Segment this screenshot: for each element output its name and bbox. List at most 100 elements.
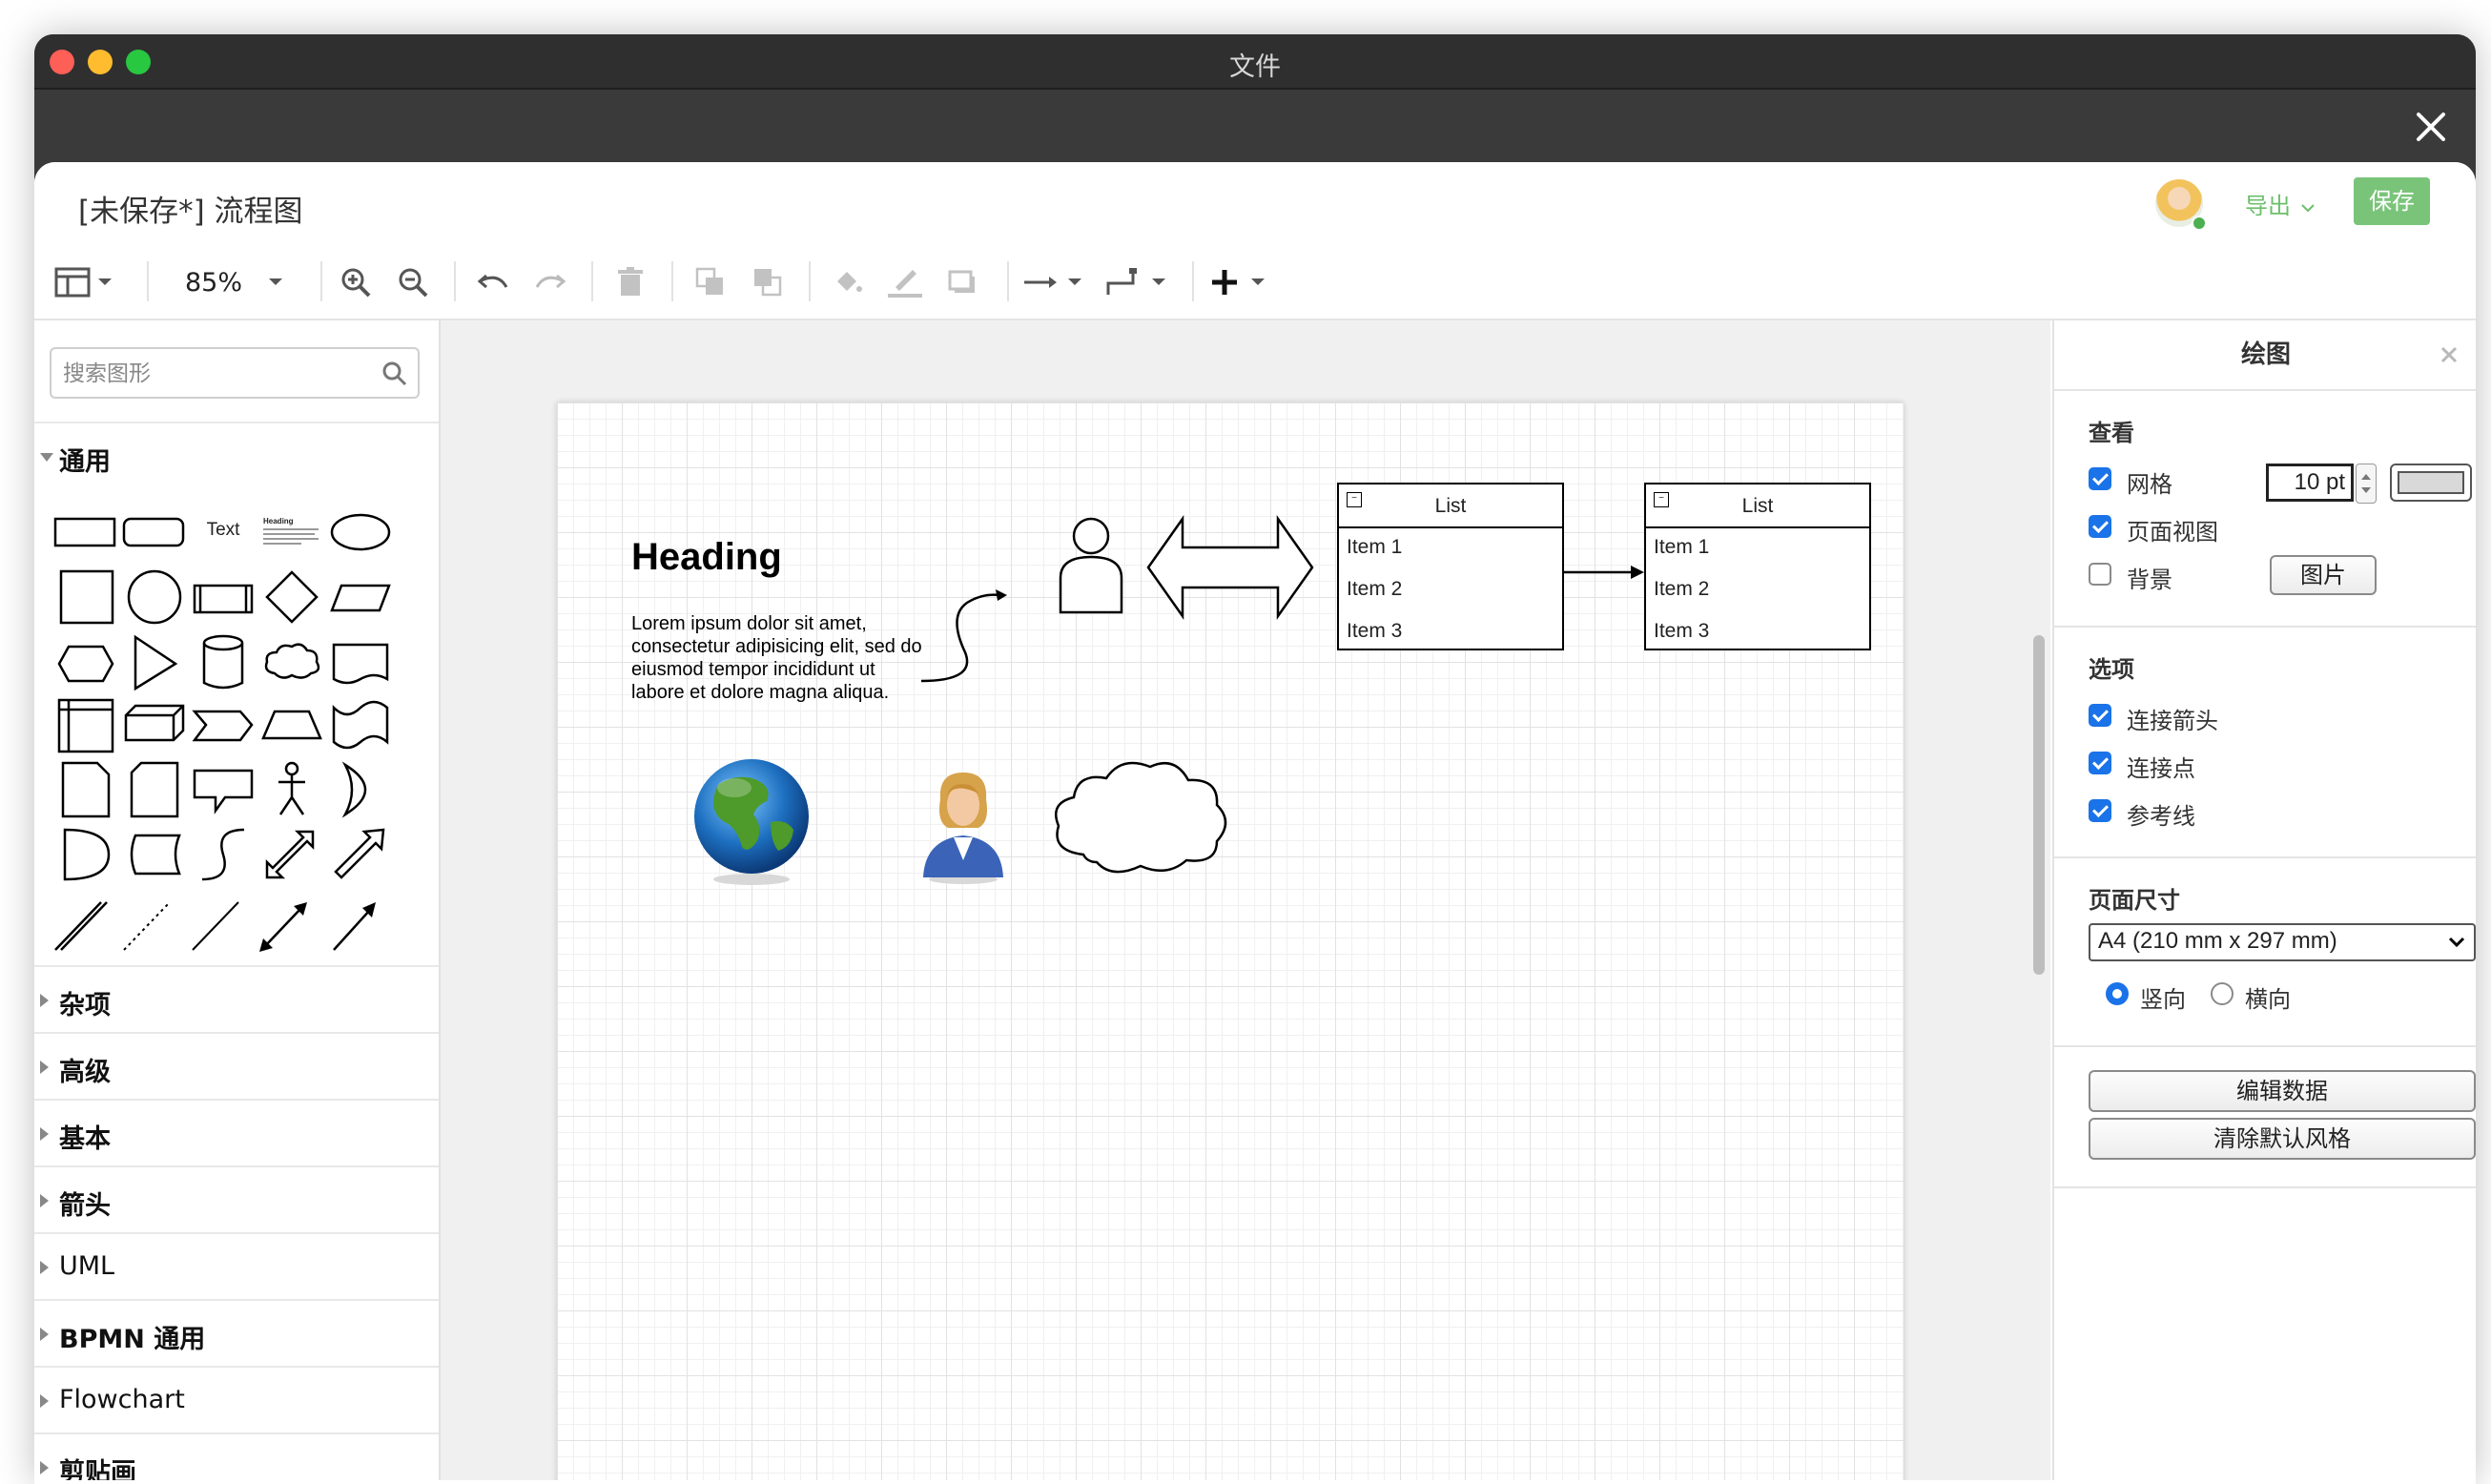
section-flowchart[interactable]: Flowchart [34,1366,439,1432]
connection-arrows-checkbox[interactable] [2089,704,2111,727]
list-item[interactable]: Item 2 [1654,578,1709,601]
section-misc[interactable]: 杂项 [34,965,439,1032]
page-size-select[interactable]: A4 (210 mm x 297 mm) [2089,923,2476,961]
list-item[interactable]: Item 3 [1347,620,1402,643]
card-shape[interactable] [120,757,189,822]
format-panel-toggle[interactable] [53,259,114,305]
list-item[interactable]: Item 1 [1347,536,1402,559]
delete-button[interactable] [607,259,654,305]
line-shape[interactable] [192,901,239,951]
section-bpmn[interactable]: BPMN 通用 [34,1299,439,1366]
data-storage-shape[interactable] [120,822,189,887]
section-arrows[interactable]: 箭头 [34,1165,439,1232]
diamond-shape[interactable] [257,565,326,629]
callout-shape[interactable] [189,757,257,822]
canvas-vertical-scrollbar[interactable] [2033,635,2045,975]
section-basic[interactable]: 基本 [34,1099,439,1165]
edit-data-button[interactable]: 编辑数据 [2089,1070,2476,1112]
businesswoman-icon[interactable] [916,767,1011,885]
close-editor-button[interactable] [2405,101,2457,153]
rounded-rectangle-shape[interactable] [120,498,189,563]
dashed-line-shape[interactable] [123,901,171,951]
lorem-text-element[interactable]: Lorem ipsum dolor sit amet, consectetur … [631,612,927,704]
cloud-element[interactable] [1045,750,1236,883]
landscape-radio[interactable] [2211,982,2234,1005]
collapse-icon[interactable]: − [1654,492,1669,507]
double-arrow-line-shape[interactable] [259,902,307,952]
connection-style-dropdown[interactable] [1017,259,1093,305]
cloud-shape[interactable] [257,629,326,694]
document-shape[interactable] [326,629,395,694]
square-shape[interactable] [51,565,120,629]
section-advanced[interactable]: 高级 [34,1032,439,1099]
export-button[interactable]: 导出 [2245,187,2316,220]
list-element[interactable]: − List Item 1 Item 2 Item 3 [1337,483,1564,650]
text-shape[interactable]: Text [189,498,257,563]
insert-dropdown[interactable] [1204,259,1280,305]
rectangle-shape[interactable] [51,498,120,563]
hexagon-shape[interactable] [51,629,120,694]
ellipse-shape[interactable] [326,498,395,563]
actor-shape[interactable] [257,757,326,822]
section-general[interactable]: 通用 [34,422,439,488]
note-shape[interactable] [51,757,120,822]
tape-shape[interactable] [326,692,395,757]
list-item[interactable]: Item 3 [1654,620,1709,643]
section-clipart[interactable]: 剪贴画 [34,1432,439,1480]
waypoints-dropdown[interactable] [1101,259,1177,305]
list-item[interactable]: Item 2 [1347,578,1402,601]
double-line-shape[interactable] [54,901,108,951]
background-image-button[interactable]: 图片 [2270,555,2377,595]
zoom-in-button[interactable] [332,259,380,305]
to-back-button[interactable] [744,259,792,305]
globe-icon[interactable] [690,755,814,889]
circle-shape[interactable] [120,565,189,629]
process-shape[interactable] [189,565,257,629]
list-item[interactable]: Item 1 [1654,536,1709,559]
bidirectional-arrow-shape[interactable] [257,822,326,887]
to-front-button[interactable] [687,259,734,305]
user-person-element[interactable] [1053,513,1129,618]
curve-shape[interactable] [189,822,257,887]
arrow-line-shape[interactable] [333,902,376,951]
zoom-out-button[interactable] [389,259,437,305]
or-shape[interactable] [326,757,395,822]
cube-shape[interactable] [120,692,189,757]
document-title[interactable]: [未保存*] 流程图 [78,187,303,230]
fill-color-button[interactable] [824,259,872,305]
diagram-canvas[interactable]: Heading Lorem ipsum dolor sit amet, cons… [441,320,2050,1480]
shadow-button[interactable] [938,259,986,305]
list-element[interactable]: − List Item 1 Item 2 Item 3 [1644,483,1871,650]
heading-textbox-shape[interactable]: Heading [257,498,326,563]
grid-size-input[interactable]: 10 pt [2266,464,2354,502]
grid-size-stepper[interactable] [2356,464,2377,504]
connector-arrow-element[interactable] [1564,561,1646,584]
curved-arrow-element[interactable] [919,574,1015,689]
section-uml[interactable]: UML [34,1232,439,1299]
shape-search[interactable] [50,347,420,399]
page-view-checkbox[interactable] [2089,515,2111,538]
undo-button[interactable] [469,259,517,305]
triangle-shape[interactable] [120,629,189,694]
grid-checkbox[interactable] [2089,467,2111,490]
diagram-page[interactable]: Heading Lorem ipsum dolor sit amet, cons… [557,402,1904,1480]
connection-points-checkbox[interactable] [2089,752,2111,774]
portrait-radio[interactable] [2106,982,2129,1005]
close-panel-button[interactable] [2440,340,2459,371]
cylinder-shape[interactable] [189,629,257,694]
guides-checkbox[interactable] [2089,799,2111,822]
double-arrow-element[interactable] [1144,515,1316,620]
clear-default-style-button[interactable]: 清除默认风格 [2089,1118,2476,1160]
arrow-shape[interactable] [326,822,395,887]
redo-button[interactable] [526,259,574,305]
grid-color-button[interactable] [2390,464,2472,502]
step-shape[interactable] [189,692,257,757]
internal-storage-shape[interactable] [51,692,120,757]
background-checkbox[interactable] [2089,563,2111,586]
parallelogram-shape[interactable] [326,565,395,629]
line-color-button[interactable] [881,259,929,305]
save-button[interactable]: 保存 [2354,177,2430,225]
delay-shape[interactable] [51,822,120,887]
heading-element[interactable]: Heading [631,536,782,579]
trapezoid-shape[interactable] [257,692,326,757]
